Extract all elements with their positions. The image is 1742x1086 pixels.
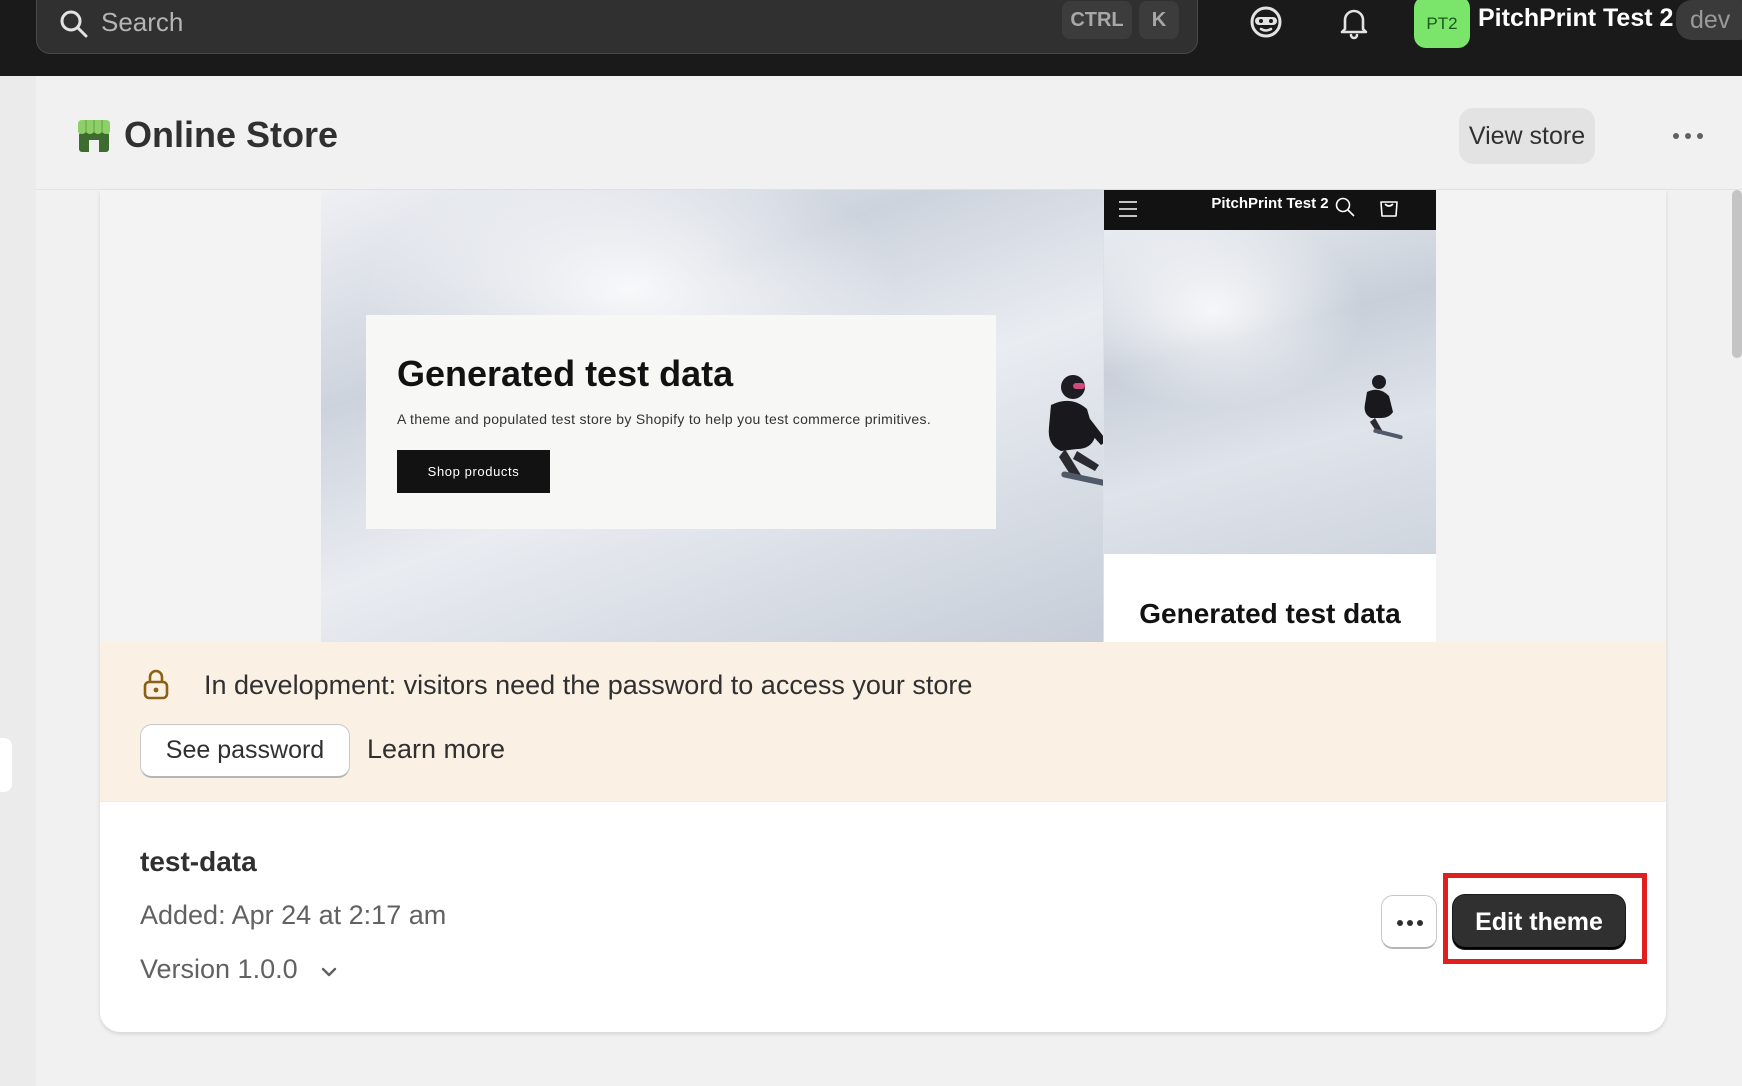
mobile-snowboarder-image (1364, 375, 1403, 440)
mobile-hero-image (1104, 230, 1436, 554)
shop-products-button: Shop products (397, 450, 550, 493)
sidekick-icon[interactable] (1246, 2, 1286, 42)
scrollbar-thumb[interactable] (1732, 190, 1742, 358)
theme-card: Generated test data A theme and populate… (100, 190, 1666, 1032)
theme-preview[interactable]: Generated test data A theme and populate… (100, 190, 1666, 642)
snowboarder-image (1048, 375, 1104, 486)
bell-icon[interactable] (1334, 2, 1374, 42)
hero-title: Generated test data (397, 353, 734, 394)
top-bar: Search CTRL K PT2 PitchPrint Test 2 dev (0, 0, 1742, 76)
see-password-button[interactable]: See password (140, 724, 350, 778)
left-gutter (0, 76, 36, 1086)
shortcut-k-key: K (1139, 1, 1179, 39)
side-panel-handle[interactable] (0, 738, 12, 792)
view-store-button[interactable]: View store (1459, 108, 1595, 164)
page-title: Online Store (124, 114, 339, 155)
shortcut-ctrl-key: CTRL (1062, 1, 1132, 39)
mobile-cart-icon (1380, 201, 1398, 217)
desktop-preview: Generated test data A theme and populate… (321, 190, 1104, 642)
theme-actions-button[interactable] (1381, 895, 1437, 949)
ellipsis-icon (1397, 920, 1423, 926)
mobile-header: PitchPrint Test 2 (1104, 190, 1436, 230)
mobile-preview: PitchPrint Test 2 Generated test data (1104, 190, 1436, 642)
theme-added-date: Added: Apr 24 at 2:17 am (140, 900, 447, 930)
mobile-search-icon (1335, 197, 1355, 217)
online-store-icon (78, 120, 110, 152)
search-bar[interactable]: Search CTRL K (36, 0, 1198, 54)
search-placeholder: Search (101, 7, 184, 37)
learn-more-link[interactable]: Learn more (367, 734, 505, 765)
hero-subtitle: A theme and populated test store by Shop… (397, 411, 932, 427)
mobile-snow-mist (1104, 230, 1364, 410)
page-header: Online Store View store (36, 76, 1742, 190)
search-icon (60, 10, 88, 38)
store-avatar[interactable]: PT2 (1414, 0, 1470, 48)
password-banner: In development: visitors need the passwo… (100, 642, 1666, 802)
env-badge: dev (1676, 0, 1742, 40)
highlight-box (1443, 873, 1647, 964)
hero-banner: Generated test data A theme and populate… (366, 315, 996, 529)
theme-version-dropdown[interactable]: Version 1.0.0 (140, 954, 298, 985)
chevron-down-icon[interactable] (318, 961, 340, 983)
more-actions-icon[interactable] (1664, 120, 1712, 152)
banner-message: In development: visitors need the passwo… (204, 670, 973, 700)
store-name[interactable]: PitchPrint Test 2 (1478, 4, 1673, 33)
lock-icon (143, 669, 169, 700)
theme-name: test-data (140, 846, 257, 877)
mobile-hero-title: Generated test data (1139, 598, 1401, 629)
